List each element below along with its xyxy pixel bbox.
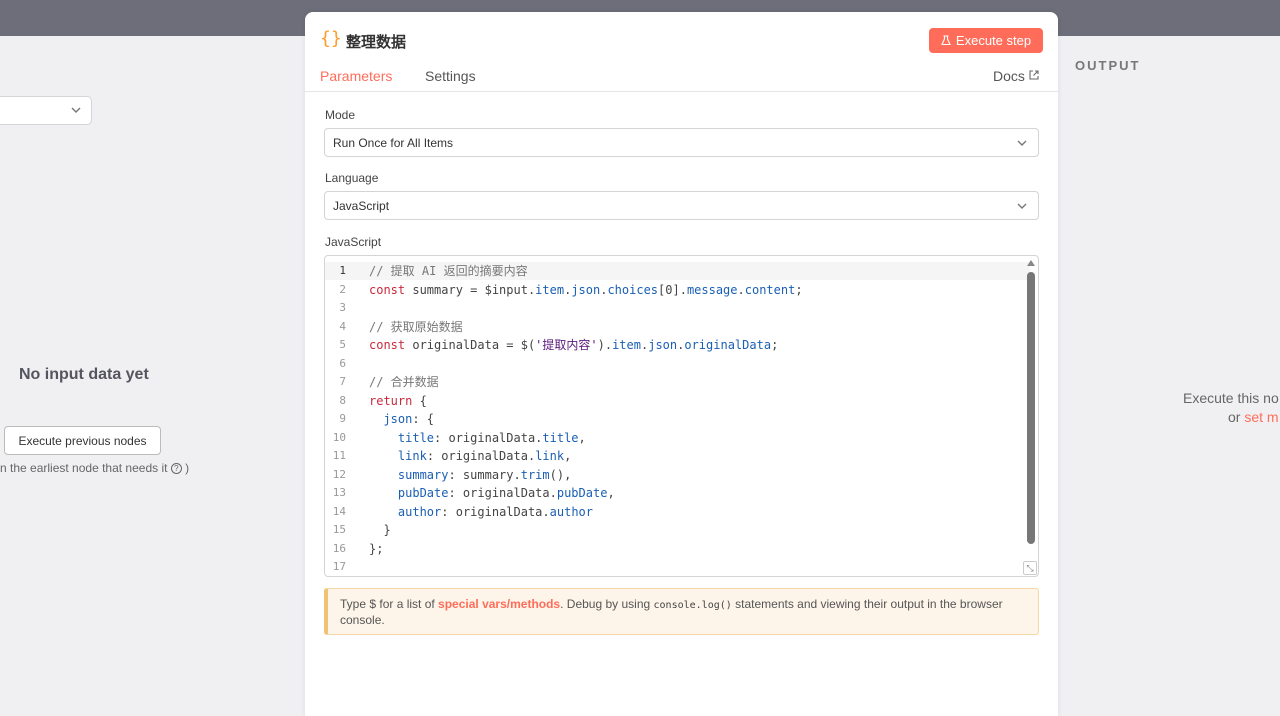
line-number: 17 — [332, 560, 346, 573]
language-select[interactable]: JavaScript — [324, 191, 1039, 220]
line-number: 13 — [332, 486, 346, 499]
language-label: Language — [325, 171, 379, 185]
docs-link[interactable]: Docs — [993, 68, 1039, 84]
chevron-down-icon — [1017, 203, 1027, 209]
line-number: 2 — [339, 282, 346, 296]
output-message-secondary: or set m — [1228, 409, 1279, 425]
mode-value: Run Once for All Items — [333, 136, 454, 150]
docs-label: Docs — [993, 68, 1025, 84]
panel-tabs: Parameters Settings Docs — [305, 62, 1058, 94]
line-number: 14 — [332, 504, 346, 518]
execute-step-label: Execute step — [955, 33, 1032, 48]
mode-label: Mode — [325, 108, 356, 122]
output-pane: OUTPUT Execute this no or set m — [1058, 36, 1280, 716]
code-line[interactable]: 7 // 合并数据 — [325, 373, 1025, 391]
notice-prefix: Type $ for a list of — [340, 597, 439, 611]
question-circle-icon[interactable]: ? — [170, 463, 182, 474]
code-line[interactable]: 3 — [325, 299, 1025, 317]
code-line[interactable]: 1 // 提取 AI 返回的摘要内容 — [325, 262, 1025, 280]
input-hint-text: n the earliest node that needs it — [0, 461, 168, 475]
output-title: OUTPUT — [1075, 58, 1141, 73]
output-message-prefix: or — [1228, 409, 1245, 425]
code-line[interactable]: 17 — [325, 558, 1025, 576]
input-hint-tail: ) — [181, 461, 190, 475]
line-number: 15 — [332, 523, 346, 536]
input-node-select[interactable] — [0, 96, 92, 125]
execute-previous-nodes-button[interactable]: Execute previous nodes — [4, 426, 161, 455]
code-text: json: { — [383, 412, 435, 426]
code-editor[interactable]: 1 // 提取 AI 返回的摘要内容 2 const summary = $input… — [324, 255, 1039, 577]
language-value: JavaScript — [333, 199, 390, 213]
chevron-down-icon — [71, 107, 81, 113]
line-number: 6 — [339, 356, 346, 370]
code-line[interactable]: 6 — [325, 355, 1025, 373]
line-number: 3 — [339, 301, 346, 314]
scroll-up-arrow-icon[interactable] — [1027, 260, 1035, 266]
code-line[interactable]: 16}; — [325, 540, 1025, 558]
notice-code: console.log() — [653, 600, 732, 611]
code-text: const originalData = $('提取内容').item.json… — [369, 338, 779, 352]
node-title[interactable]: 整理数据 — [346, 31, 406, 52]
code-hint-notice: Type $ for a list of special vars/method… — [324, 588, 1039, 635]
node-details-panel: {} 整理数据 Execute step Parameters Settings… — [305, 12, 1058, 716]
code-text: link: originalData.link, — [397, 449, 572, 463]
code-line[interactable]: 15 } — [325, 521, 1025, 539]
code-line[interactable]: 14 author: originalData.author — [325, 503, 1025, 521]
line-number: 7 — [339, 375, 346, 388]
code-text: // 获取原始数据 — [369, 319, 463, 334]
code-label: JavaScript — [325, 235, 382, 249]
tab-parameters[interactable]: Parameters — [320, 68, 393, 94]
code-text: const summary = $input.item.json.choices… — [369, 282, 803, 297]
output-message: Execute this no — [1183, 390, 1279, 406]
chevron-down-icon — [1017, 140, 1027, 146]
editor-scrollbar[interactable] — [1026, 258, 1036, 564]
line-number: 9 — [339, 412, 346, 425]
line-number: 8 — [339, 393, 346, 407]
code-text: author: originalData.author — [397, 504, 593, 519]
code-line[interactable]: 2 const summary = $input.item.json.choice… — [325, 281, 1025, 299]
code-braces-icon: {} — [320, 28, 342, 49]
code-line[interactable]: 13 pubDate: originalData.pubDate, — [325, 484, 1025, 502]
resize-handle-icon[interactable]: ⤡ — [1023, 561, 1037, 575]
code-line[interactable]: 12 summary: summary.trim(), — [325, 466, 1025, 484]
no-input-heading: No input data yet — [19, 366, 149, 383]
code-line[interactable]: 8 return { — [325, 392, 1025, 410]
code-line[interactable]: 5 const originalData = $('提取内容').item.jso… — [325, 336, 1025, 354]
line-number: 16 — [332, 541, 346, 555]
set-mock-data-link[interactable]: set m — [1244, 409, 1278, 425]
code-line[interactable]: 9 json: { — [325, 410, 1025, 428]
code-line[interactable]: 11 link: originalData.link, — [325, 447, 1025, 465]
mode-select[interactable]: Run Once for All Items — [324, 128, 1039, 157]
code-text: // 合并数据 — [369, 375, 439, 389]
line-number: 12 — [332, 467, 346, 481]
code-text: return { — [369, 393, 427, 408]
notice-middle: . Debug by using — [560, 597, 654, 611]
code-line[interactable]: 4 // 获取原始数据 — [325, 318, 1025, 336]
line-number: 11 — [332, 449, 346, 462]
flask-icon — [941, 35, 951, 46]
parameters-body: Mode Run Once for All Items Language Jav… — [305, 92, 1058, 716]
input-pane: No input data yet Execute previous nodes… — [0, 36, 305, 716]
external-link-icon — [1029, 70, 1039, 80]
code-text: summary: summary.trim(), — [397, 467, 572, 482]
input-hint: n the earliest node that needs it ? ) — [0, 461, 189, 475]
special-vars-link[interactable]: special vars/methods — [438, 597, 560, 611]
panel-header: {} 整理数据 Execute step Parameters Settings… — [305, 12, 1058, 94]
line-number: 10 — [332, 430, 346, 444]
code-text: // 提取 AI 返回的摘要内容 — [369, 264, 528, 278]
execute-step-button[interactable]: Execute step — [929, 28, 1043, 53]
code-text: title: originalData.title, — [397, 430, 586, 445]
code-line[interactable]: 10 title: originalData.title, — [325, 429, 1025, 447]
code-text: }; — [369, 541, 384, 556]
scroll-thumb[interactable] — [1027, 272, 1035, 544]
tab-settings[interactable]: Settings — [425, 68, 476, 92]
code-text: } — [369, 523, 391, 537]
line-number: 1 — [339, 264, 346, 277]
line-number: 4 — [339, 319, 346, 333]
code-text: pubDate: originalData.pubDate, — [397, 486, 615, 500]
line-number: 5 — [339, 338, 346, 351]
